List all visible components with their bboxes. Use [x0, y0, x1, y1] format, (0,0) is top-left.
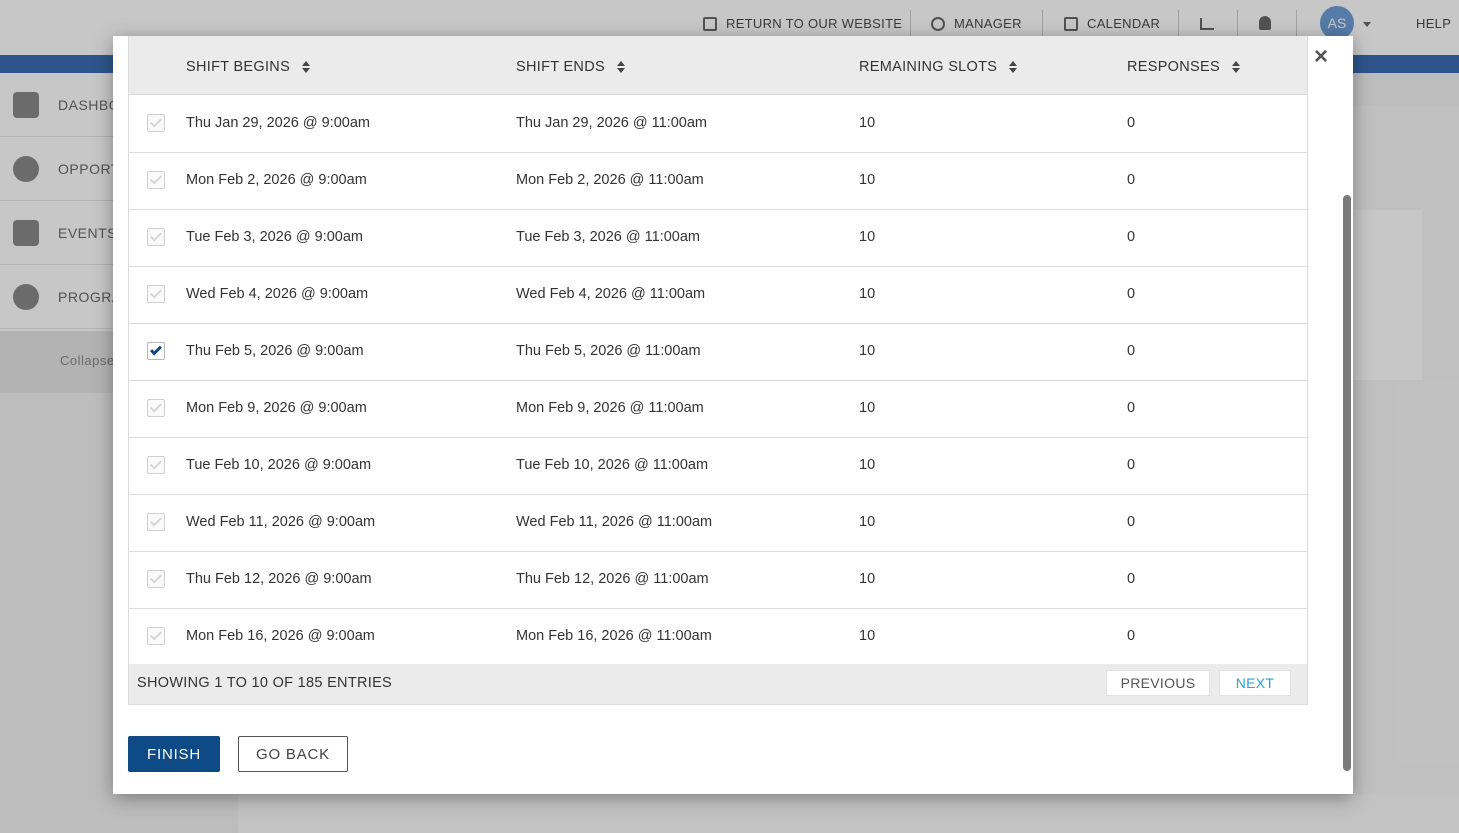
table-row[interactable]: Mon Feb 2, 2026 @ 9:00am Mon Feb 2, 2026… — [129, 153, 1307, 210]
shift-ends-cell: Thu Jan 29, 2026 @ 11:00am — [516, 115, 707, 131]
remaining-slots-cell: 10 — [859, 172, 876, 188]
remaining-slots-cell: 10 — [859, 514, 876, 530]
responses-cell: 0 — [1127, 286, 1136, 302]
responses-cell: 0 — [1127, 514, 1136, 530]
table-row[interactable]: Tue Feb 3, 2026 @ 9:00am Tue Feb 3, 2026… — [129, 210, 1307, 267]
table-row[interactable]: Tue Feb 10, 2026 @ 9:00am Tue Feb 10, 20… — [129, 438, 1307, 495]
sort-icon — [616, 61, 625, 73]
row-checkbox[interactable] — [147, 114, 165, 132]
column-header-label: SHIFT BEGINS — [186, 59, 291, 75]
shift-begins-cell: Tue Feb 10, 2026 @ 9:00am — [186, 457, 372, 473]
shift-ends-cell: Mon Feb 9, 2026 @ 11:00am — [516, 400, 704, 416]
table-row[interactable]: Thu Jan 29, 2026 @ 9:00am Thu Jan 29, 20… — [129, 96, 1307, 153]
shift-selection-modal: × SHIFT BEGINS SHIFT ENDS REMAINING SLOT… — [113, 36, 1353, 794]
sort-icon — [1009, 61, 1018, 73]
check-icon — [149, 286, 163, 299]
remaining-slots-cell: 10 — [859, 628, 876, 644]
table-header: SHIFT BEGINS SHIFT ENDS REMAINING SLOTS … — [129, 36, 1307, 95]
table-row[interactable]: Mon Feb 9, 2026 @ 9:00am Mon Feb 9, 2026… — [129, 381, 1307, 438]
check-icon — [149, 514, 163, 527]
shift-ends-cell: Thu Feb 12, 2026 @ 11:00am — [516, 571, 709, 587]
responses-cell: 0 — [1127, 571, 1136, 587]
sort-icon — [1231, 61, 1240, 73]
shift-begins-cell: Thu Feb 12, 2026 @ 9:00am — [186, 571, 372, 587]
shifts-table: SHIFT BEGINS SHIFT ENDS REMAINING SLOTS … — [128, 36, 1308, 705]
column-header-responses[interactable]: RESPONSES — [1127, 59, 1240, 75]
row-checkbox[interactable] — [147, 228, 165, 246]
remaining-slots-cell: 10 — [859, 400, 876, 416]
shift-begins-cell: Mon Feb 16, 2026 @ 9:00am — [186, 628, 375, 644]
remaining-slots-cell: 10 — [859, 115, 876, 131]
shift-ends-cell: Wed Feb 11, 2026 @ 11:00am — [516, 514, 713, 530]
check-icon — [149, 115, 163, 128]
shift-begins-cell: Thu Feb 5, 2026 @ 9:00am — [186, 343, 364, 359]
shift-ends-cell: Mon Feb 2, 2026 @ 11:00am — [516, 172, 704, 188]
shift-begins-cell: Wed Feb 11, 2026 @ 9:00am — [186, 514, 376, 530]
row-checkbox[interactable] — [147, 285, 165, 303]
close-icon[interactable]: × — [1309, 44, 1333, 70]
scrollbar-thumb[interactable] — [1343, 195, 1351, 771]
entries-info: SHOWING 1 TO 10 OF 185 ENTRIES — [137, 675, 393, 691]
finish-button[interactable]: FINISH — [128, 736, 220, 772]
previous-page-button[interactable]: PREVIOUS — [1106, 670, 1210, 696]
shift-begins-cell: Mon Feb 9, 2026 @ 9:00am — [186, 400, 367, 416]
table-row[interactable]: Thu Feb 12, 2026 @ 9:00am Thu Feb 12, 20… — [129, 552, 1307, 609]
shift-ends-cell: Tue Feb 3, 2026 @ 11:00am — [516, 229, 700, 245]
remaining-slots-cell: 10 — [859, 343, 876, 359]
shift-ends-cell: Tue Feb 10, 2026 @ 11:00am — [516, 457, 709, 473]
responses-cell: 0 — [1127, 343, 1136, 359]
shift-begins-cell: Tue Feb 3, 2026 @ 9:00am — [186, 229, 364, 245]
responses-cell: 0 — [1127, 628, 1136, 644]
column-header-shift-ends[interactable]: SHIFT ENDS — [516, 59, 625, 75]
responses-cell: 0 — [1127, 115, 1136, 131]
responses-cell: 0 — [1127, 229, 1136, 245]
check-icon — [149, 400, 163, 413]
column-header-label: RESPONSES — [1127, 59, 1220, 75]
check-icon — [149, 571, 163, 584]
row-checkbox[interactable] — [147, 399, 165, 417]
shift-begins-cell: Thu Jan 29, 2026 @ 9:00am — [186, 115, 371, 131]
shift-begins-cell: Wed Feb 4, 2026 @ 9:00am — [186, 286, 369, 302]
shift-ends-cell: Mon Feb 16, 2026 @ 11:00am — [516, 628, 712, 644]
check-icon — [149, 628, 163, 641]
column-header-label: SHIFT ENDS — [516, 59, 605, 75]
table-row[interactable]: Wed Feb 11, 2026 @ 9:00am Wed Feb 11, 20… — [129, 495, 1307, 552]
row-checkbox[interactable] — [147, 342, 165, 360]
shift-ends-cell: Thu Feb 5, 2026 @ 11:00am — [516, 343, 701, 359]
check-icon — [149, 343, 163, 356]
responses-cell: 0 — [1127, 457, 1136, 473]
shift-begins-cell: Mon Feb 2, 2026 @ 9:00am — [186, 172, 367, 188]
responses-cell: 0 — [1127, 172, 1136, 188]
table-row[interactable]: Mon Feb 16, 2026 @ 9:00am Mon Feb 16, 20… — [129, 609, 1307, 666]
row-checkbox[interactable] — [147, 171, 165, 189]
go-back-button[interactable]: GO BACK — [238, 736, 348, 772]
remaining-slots-cell: 10 — [859, 457, 876, 473]
row-checkbox[interactable] — [147, 570, 165, 588]
table-row[interactable]: Thu Feb 5, 2026 @ 9:00am Thu Feb 5, 2026… — [129, 324, 1307, 381]
row-checkbox[interactable] — [147, 627, 165, 645]
check-icon — [149, 457, 163, 470]
check-icon — [149, 172, 163, 185]
table-row[interactable]: Wed Feb 4, 2026 @ 9:00am Wed Feb 4, 2026… — [129, 267, 1307, 324]
remaining-slots-cell: 10 — [859, 229, 876, 245]
table-footer: SHOWING 1 TO 10 OF 185 ENTRIES PREVIOUS … — [129, 664, 1307, 704]
responses-cell: 0 — [1127, 400, 1136, 416]
row-checkbox[interactable] — [147, 513, 165, 531]
column-header-label: REMAINING SLOTS — [859, 59, 998, 75]
next-page-button[interactable]: NEXT — [1219, 670, 1291, 696]
column-header-remaining-slots[interactable]: REMAINING SLOTS — [859, 59, 1018, 75]
remaining-slots-cell: 10 — [859, 571, 876, 587]
remaining-slots-cell: 10 — [859, 286, 876, 302]
sort-icon — [302, 61, 311, 73]
column-header-shift-begins[interactable]: SHIFT BEGINS — [186, 59, 311, 75]
shift-ends-cell: Wed Feb 4, 2026 @ 11:00am — [516, 286, 706, 302]
check-icon — [149, 229, 163, 242]
row-checkbox[interactable] — [147, 456, 165, 474]
